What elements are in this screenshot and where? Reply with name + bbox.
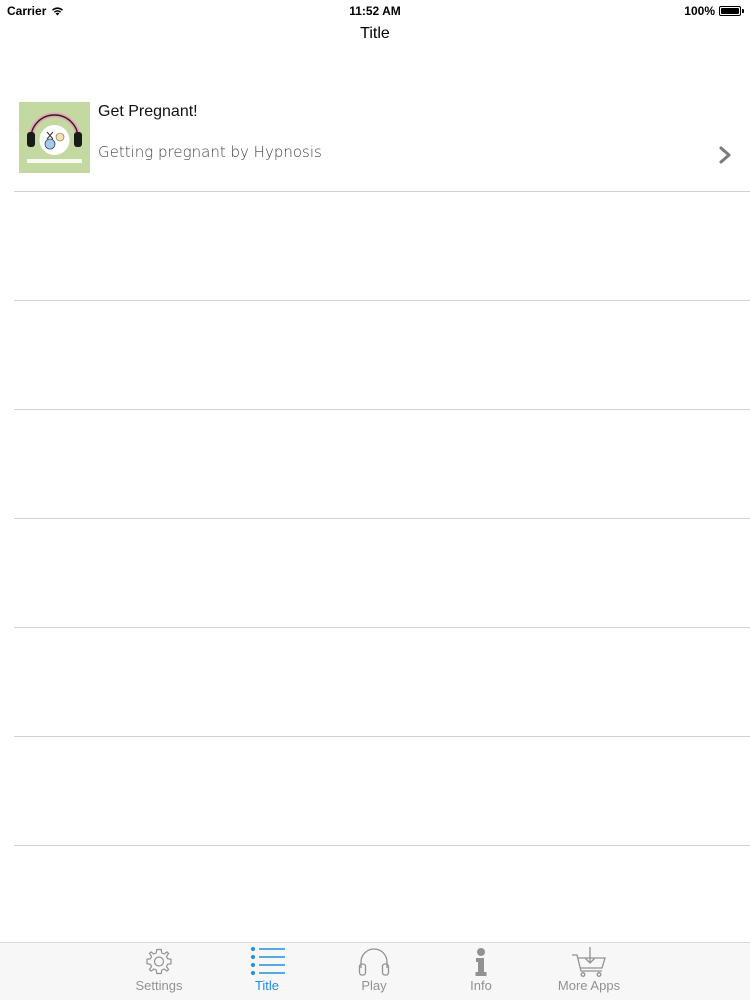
item-title: Get Pregnant! (98, 103, 198, 120)
tab-more-apps[interactable]: More Apps (544, 946, 634, 1000)
list-item[interactable]: Get Pregnant! Getting pregnant by Hypnos… (14, 82, 750, 192)
empty-row (14, 519, 750, 628)
status-bar: Carrier 11:52 AM 100% (0, 0, 750, 22)
tab-label: More Apps (557, 978, 621, 993)
tab-label: Info (470, 978, 492, 993)
battery-percent: 100% (684, 4, 715, 18)
empty-row (14, 410, 750, 519)
tab-label: Title (254, 978, 280, 993)
tab-settings[interactable]: Settings (114, 946, 204, 1000)
list-icon (251, 947, 285, 975)
item-subtitle: Getting pregnant by Hypnosis (98, 143, 322, 161)
empty-row (14, 301, 750, 410)
tab-label: Settings (135, 978, 183, 993)
tab-play[interactable]: Play (329, 946, 419, 1000)
info-icon (475, 948, 487, 976)
title-list: Get Pregnant! Getting pregnant by Hypnos… (0, 82, 750, 846)
headphones-icon (358, 948, 390, 976)
empty-row (14, 192, 750, 301)
album-artwork (19, 102, 90, 173)
cart-icon (572, 947, 606, 977)
status-time: 11:52 AM (349, 4, 401, 18)
tab-label: Play (361, 978, 387, 993)
chevron-right-icon (719, 146, 731, 164)
empty-row (14, 628, 750, 737)
tab-bar: Settings Title Play Info More Apps (0, 942, 750, 1000)
empty-row (14, 737, 750, 846)
gear-icon (146, 948, 172, 975)
tab-info[interactable]: Info (436, 946, 526, 1000)
battery-indicator: 100% (684, 4, 744, 18)
battery-icon (719, 6, 741, 16)
nav-title: Title (360, 25, 390, 42)
tab-title[interactable]: Title (222, 946, 312, 1000)
